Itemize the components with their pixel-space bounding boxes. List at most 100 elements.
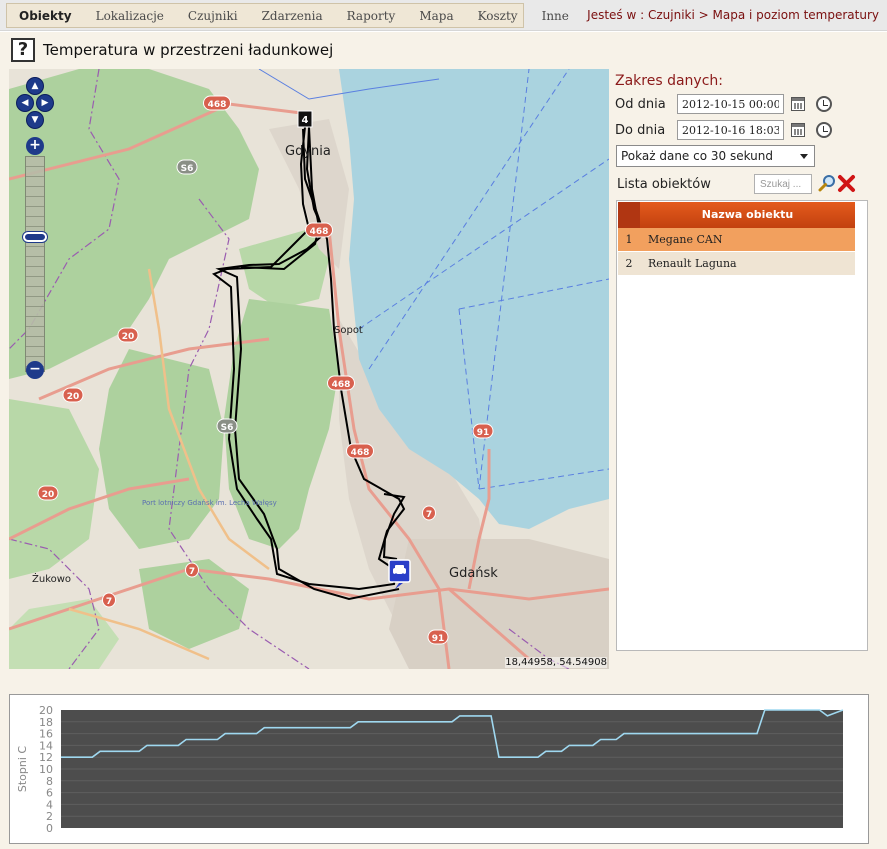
- svg-text:S6: S6: [221, 423, 234, 433]
- nav-item-obiekty[interactable]: Obiekty: [7, 9, 84, 23]
- map-view[interactable]: 468 S6 20 20 20 S6 468 468 91 468 7 7 91 7 4 Gdynia S…: [9, 69, 609, 669]
- arrow-right-icon: ▶: [41, 98, 49, 108]
- road-badge: 7: [102, 592, 116, 608]
- y-tick-label: 2: [46, 810, 53, 823]
- interval-selected-value: Pokaż dane co 30 sekund: [621, 149, 774, 163]
- svg-text:468: 468: [332, 380, 351, 390]
- help-button[interactable]: ?: [11, 38, 35, 62]
- road-badge: 91: [427, 629, 449, 645]
- svg-text:91: 91: [432, 634, 445, 644]
- zoom-slider-track[interactable]: [25, 156, 45, 372]
- arrow-left-icon: ◀: [21, 98, 29, 108]
- nav-item-mapa[interactable]: Mapa: [407, 9, 465, 23]
- road-badge: 468: [346, 443, 374, 459]
- top-bar: Obiekty Lokalizacje Czujniki Zdarzenia Rapor…: [0, 0, 887, 31]
- row-number-header: [618, 202, 640, 228]
- start-marker[interactable]: 4: [297, 110, 313, 128]
- row-number: 2: [625, 257, 633, 270]
- svg-text:7: 7: [189, 567, 195, 577]
- y-tick-label: 0: [46, 822, 53, 835]
- pan-left-button[interactable]: ◀: [16, 94, 34, 112]
- breadcrumb: Jesteś w : Czujniki > Mapa i poziom temp…: [587, 8, 879, 22]
- road-badge: 20: [62, 387, 84, 403]
- object-name: Renault Laguna: [648, 257, 737, 270]
- road-badge: 20: [37, 485, 59, 501]
- road-badge: 20: [117, 327, 139, 343]
- svg-text:468: 468: [351, 448, 370, 458]
- svg-text:S6: S6: [181, 164, 194, 174]
- road-badge: 468: [327, 375, 355, 391]
- pan-up-button[interactable]: ▲: [26, 77, 44, 95]
- objects-list-label: Lista obiektów: [617, 177, 711, 192]
- object-search-input[interactable]: [754, 174, 812, 194]
- y-tick-label: 14: [39, 739, 53, 752]
- arrow-down-icon: ▼: [31, 115, 39, 125]
- y-axis-label: Stopni C: [16, 746, 29, 793]
- map-canvas[interactable]: 468 S6 20 20 20 S6 468 468 91 468 7 7 91 7 4: [9, 69, 609, 669]
- table-row[interactable]: 1 Megane CAN: [618, 228, 855, 251]
- pan-down-button[interactable]: ▼: [26, 111, 44, 129]
- date-range-title: Zakres danych:: [615, 73, 723, 89]
- y-tick-label: 4: [46, 798, 53, 811]
- close-icon[interactable]: [837, 174, 856, 193]
- road-badge: 7: [422, 505, 436, 521]
- nav-item-raporty[interactable]: Raporty: [335, 9, 408, 23]
- y-tick-label: 10: [39, 763, 53, 776]
- svg-text:20: 20: [42, 490, 55, 500]
- to-date-label: Do dnia: [615, 123, 666, 138]
- nav-item-lokalizacje[interactable]: Lokalizacje: [84, 9, 176, 23]
- zoom-out-button[interactable]: −: [26, 361, 44, 379]
- page-title: Temperatura w przestrzeni ładunkowej: [43, 41, 334, 59]
- chart-canvas: 02468101214161820 Stopni C: [16, 704, 844, 835]
- object-name: Megane CAN: [648, 233, 723, 246]
- table-row[interactable]: 2 Renault Laguna: [618, 252, 855, 275]
- y-tick-label: 16: [39, 728, 53, 741]
- svg-text:91: 91: [477, 428, 490, 438]
- road-badge: 468: [305, 222, 333, 238]
- svg-text:468: 468: [310, 227, 329, 237]
- calendar-icon[interactable]: [791, 123, 805, 137]
- nav-item-inne[interactable]: Inne: [530, 9, 581, 23]
- road-badge: 91: [472, 423, 494, 439]
- svg-text:20: 20: [122, 332, 135, 342]
- clock-icon[interactable]: [816, 122, 832, 138]
- arrow-up-icon: ▲: [31, 81, 39, 91]
- objects-table-header: Nazwa obiektu: [618, 202, 855, 228]
- objects-list: Nazwa obiektu 1 Megane CAN 2 Renault Lag…: [616, 200, 868, 651]
- calendar-icon[interactable]: [791, 97, 805, 111]
- minus-icon: −: [29, 361, 41, 377]
- y-tick-label: 8: [46, 775, 53, 788]
- nav-item-czujniki[interactable]: Czujniki: [176, 9, 250, 23]
- road-badge: S6: [176, 159, 198, 175]
- road-badge: 468: [203, 95, 231, 111]
- svg-text:7: 7: [106, 597, 112, 607]
- zoom-slider-handle[interactable]: [23, 232, 47, 242]
- plus-icon: +: [29, 137, 41, 153]
- from-date-input[interactable]: [677, 94, 784, 114]
- row-number: 1: [625, 233, 633, 246]
- svg-text:7: 7: [426, 510, 432, 520]
- y-tick-label: 6: [46, 787, 53, 800]
- svg-text:468: 468: [208, 100, 227, 110]
- main-panel: ? Temperatura w przestrzeni ładunkowej 4…: [0, 32, 887, 849]
- chevron-down-icon: [800, 154, 808, 159]
- y-tick-label: 12: [39, 751, 53, 764]
- from-date-label: Od dnia: [615, 97, 666, 112]
- to-date-input[interactable]: [677, 120, 784, 140]
- search-icon[interactable]: [818, 174, 837, 193]
- pan-right-button[interactable]: ▶: [36, 94, 54, 112]
- object-name-header[interactable]: Nazwa obiektu: [640, 202, 855, 228]
- nav-item-zdarzenia[interactable]: Zdarzenia: [250, 9, 335, 23]
- y-tick-label: 20: [39, 704, 53, 717]
- temperature-chart: 0 2 4 6 8 10 12 14 16 18 20 Stopni C: [9, 694, 869, 844]
- marker-number: 4: [302, 115, 309, 126]
- y-tick-label: 18: [39, 716, 53, 729]
- interval-select[interactable]: Pokaż dane co 30 sekund: [616, 145, 815, 167]
- clock-icon[interactable]: [816, 96, 832, 112]
- nav-item-koszty[interactable]: Koszty: [466, 9, 530, 23]
- road-badge: 7: [185, 562, 199, 578]
- zoom-in-button[interactable]: +: [26, 137, 44, 155]
- svg-text:20: 20: [67, 392, 80, 402]
- main-nav: Obiekty Lokalizacje Czujniki Zdarzenia Rapor…: [6, 3, 569, 28]
- map-coordinates: 18,44958, 54.54908: [505, 657, 607, 668]
